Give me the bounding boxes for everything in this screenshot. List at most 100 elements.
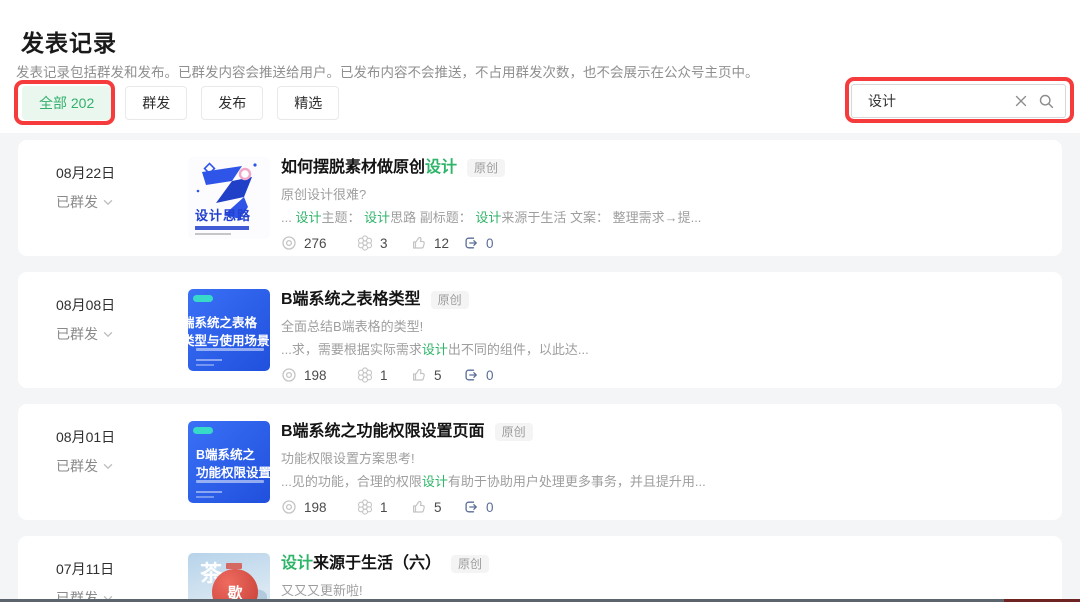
- article-thumbnail[interactable]: B端系统之功能权限设置页: [188, 421, 270, 503]
- search-term-highlight: 设计: [295, 210, 321, 225]
- status-label: 已群发: [56, 324, 98, 344]
- status-label: 已群发: [56, 192, 98, 212]
- text-segment: ...: [281, 210, 295, 225]
- article-thumbnail[interactable]: 茶 歇: [188, 553, 270, 602]
- share-icon: [463, 367, 479, 383]
- search-term-highlight: 设计: [422, 474, 448, 489]
- filter-tab[interactable]: 发布: [201, 86, 263, 120]
- likes-stat: 5: [411, 367, 463, 383]
- original-badge: 原创: [431, 291, 469, 309]
- status-dropdown[interactable]: 已群发: [56, 324, 115, 344]
- page-subtitle: 发表记录包括群发和发布。已群发内容会推送给用户。已发布内容不会推送，不占用群发次…: [16, 61, 759, 81]
- date-column: 08月22日 已群发: [56, 163, 115, 212]
- search-icon[interactable]: [1039, 94, 1054, 109]
- views-icon: [281, 499, 297, 515]
- article-stats: 276 3: [281, 235, 1038, 251]
- publish-records-list: 08月22日 已群发 设计思路 如何摆脱素材做原创设计 原创 原创设计很难? .…: [0, 133, 1080, 602]
- article-title[interactable]: 如何摆脱素材做原创设计: [281, 157, 457, 179]
- wow-count: 1: [380, 500, 388, 515]
- thumbnail-footer-bar: [196, 491, 222, 494]
- article-summary: ...见的功能，合理的权限设计有助于协助用户处理更多事务，并且提升用...: [281, 474, 1038, 489]
- date-column: 08月01日 已群发: [56, 427, 115, 476]
- views-count: 198: [304, 368, 327, 383]
- thumbnail-title-text: 设计思路: [195, 205, 251, 224]
- thumbnail-bar: [195, 226, 249, 230]
- views-count: 198: [304, 500, 327, 515]
- filter-tab-label: 群发: [142, 93, 170, 113]
- chevron-down-icon: [103, 463, 113, 470]
- wow-stat: 1: [357, 367, 411, 383]
- date-column: 07月11日 已群发: [56, 559, 114, 602]
- wow-icon: [357, 235, 373, 251]
- article-summary: ...求，需要根据实际需求设计出不同的组件，以此达...: [281, 342, 1038, 357]
- thumbnail-text-line: B端系统之: [196, 446, 270, 464]
- article-thumbnail[interactable]: 设计思路: [188, 157, 270, 239]
- wow-stat: 1: [357, 499, 411, 515]
- likes-count: 5: [434, 368, 442, 383]
- search-box[interactable]: [851, 84, 1066, 118]
- filter-tab[interactable]: 精选: [277, 86, 339, 120]
- thumbnail-tag-pill: [193, 295, 213, 302]
- likes-stat: 5: [411, 499, 463, 515]
- article-card: 08月08日 已群发 端系统之表格类型与使用场景 B端系统之表格类型 原创 全面…: [18, 272, 1062, 388]
- thumbnail-footer-bar: [196, 359, 222, 362]
- publish-date: 08月22日: [56, 163, 115, 183]
- clear-search-icon[interactable]: [1014, 94, 1028, 108]
- article-subtitle: 原创设计很难?: [281, 187, 1038, 202]
- filter-tab[interactable]: 群发: [125, 86, 187, 120]
- text-segment: 主题：: [321, 210, 364, 225]
- article-title[interactable]: 设计来源于生活（六）: [281, 553, 441, 575]
- original-badge: 原创: [495, 423, 533, 441]
- article-card: 07月11日 已群发 茶 歇 设计来源于生活（六） 原创 又又又更新啦!: [18, 536, 1062, 602]
- text-segment: 来源于生活（六）: [313, 555, 441, 572]
- article-content: B端系统之表格类型 原创 全面总结B端表格的类型! ...求，需要根据实际需求设…: [281, 289, 1038, 383]
- status-dropdown[interactable]: 已群发: [56, 456, 115, 476]
- filter-tab-label: 精选: [294, 93, 322, 113]
- article-content: 设计来源于生活（六） 原创 又又又更新啦!: [281, 553, 1038, 598]
- original-badge: 原创: [451, 555, 489, 573]
- shares-count: 0: [486, 236, 494, 251]
- likes-icon: [411, 235, 427, 251]
- article-title[interactable]: B端系统之表格类型: [281, 289, 421, 311]
- article-subtitle: 功能权限设置方案思考!: [281, 451, 1038, 466]
- text-segment: 如何摆脱素材做原创: [281, 159, 425, 176]
- wow-icon: [357, 367, 373, 383]
- text-segment: 来源于生活 文案： 整理需求→提...: [501, 210, 701, 225]
- shares-stat: 0: [463, 235, 494, 251]
- article-title[interactable]: B端系统之功能权限设置页面: [281, 421, 485, 443]
- views-count: 276: [304, 236, 327, 251]
- search-term-highlight: 设计: [422, 342, 448, 357]
- article-stats: 198 1: [281, 499, 1038, 515]
- likes-stat: 12: [411, 235, 463, 251]
- thumbnail-text-lines: 端系统之表格类型与使用场景: [188, 314, 270, 350]
- text-segment: B端系统之表格类型: [281, 291, 421, 308]
- chevron-down-icon: [103, 331, 113, 338]
- publish-records-page: 发表记录 发表记录包括群发和发布。已群发内容会推送给用户。已发布内容不会推送，不…: [0, 0, 1080, 602]
- chevron-down-icon: [103, 199, 113, 206]
- status-dropdown[interactable]: 已群发: [56, 192, 115, 212]
- share-icon: [463, 499, 479, 515]
- filter-tab-label: 全部 202: [39, 93, 94, 113]
- article-content: 如何摆脱素材做原创设计 原创 原创设计很难? ... 设计主题： 设计思路 副标…: [281, 157, 1038, 251]
- likes-count: 5: [434, 500, 442, 515]
- status-label: 已群发: [56, 456, 98, 476]
- filter-tab[interactable]: 全部 202: [22, 86, 111, 120]
- text-segment: ...求，需要根据实际需求: [281, 342, 422, 357]
- article-thumbnail[interactable]: 端系统之表格类型与使用场景: [188, 289, 270, 371]
- article-subtitle: 又又又更新啦!: [281, 583, 1038, 598]
- original-badge: 原创: [467, 159, 505, 177]
- views-stat: 198: [281, 499, 357, 515]
- article-content: B端系统之功能权限设置页面 原创 功能权限设置方案思考! ...见的功能，合理的…: [281, 421, 1038, 515]
- views-stat: 198: [281, 367, 357, 383]
- article-summary: ... 设计主题： 设计思路 副标题： 设计来源于生活 文案： 整理需求→提..…: [281, 210, 1038, 225]
- text-segment: 思路 副标题：: [390, 210, 475, 225]
- publish-date: 08月01日: [56, 427, 115, 447]
- search-term-highlight: 设计: [425, 159, 457, 176]
- views-stat: 276: [281, 235, 357, 251]
- search-input[interactable]: [852, 93, 1014, 109]
- shares-count: 0: [486, 368, 494, 383]
- article-card: 08月01日 已群发 B端系统之功能权限设置页 B端系统之功能权限设置页面 原创…: [18, 404, 1062, 520]
- thumbnail-subbar: [195, 233, 231, 235]
- likes-icon: [411, 367, 427, 383]
- text-segment: B端系统之功能权限设置页面: [281, 423, 485, 440]
